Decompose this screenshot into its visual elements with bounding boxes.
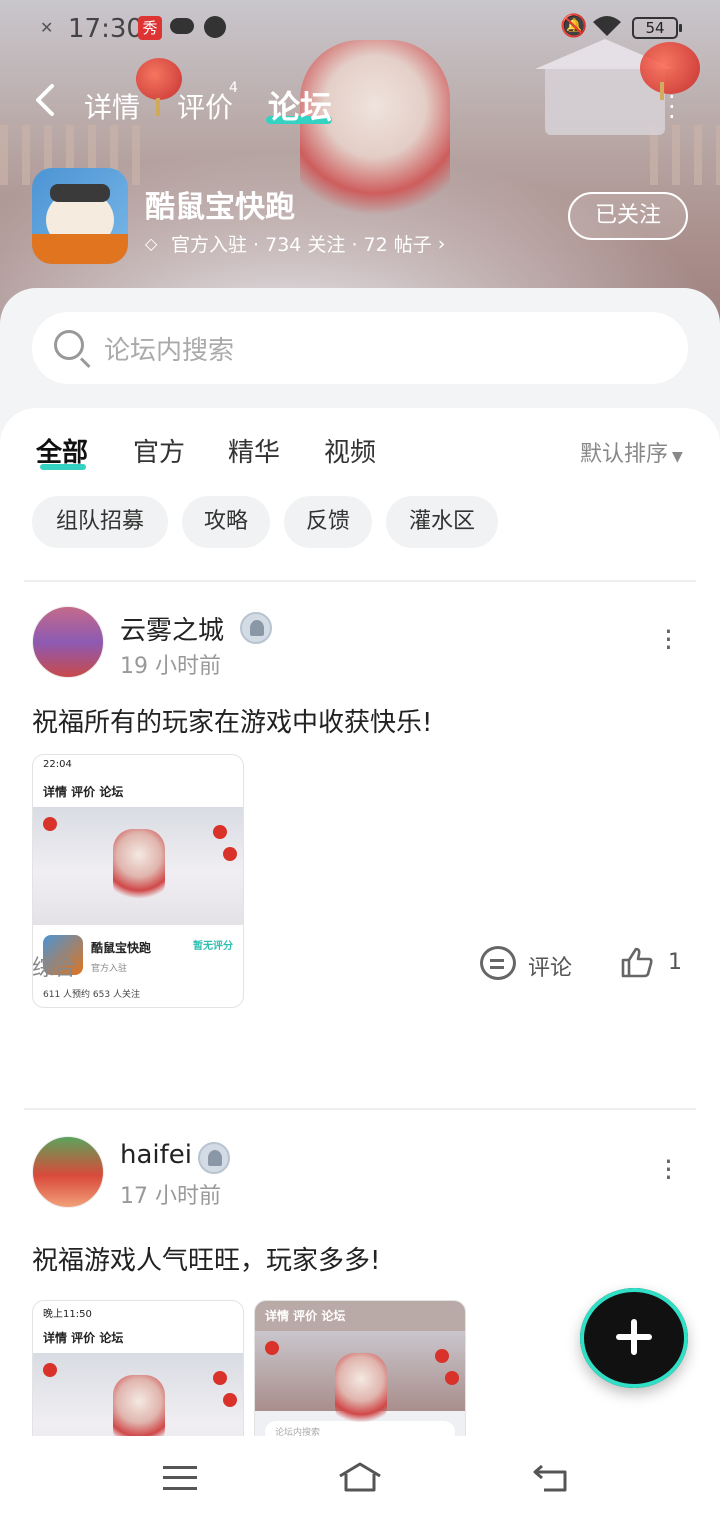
chevron-right-icon: › (437, 232, 446, 255)
menu-icon[interactable] (163, 1466, 197, 1490)
home-icon[interactable] (338, 1462, 382, 1492)
cloud-icon (170, 18, 194, 34)
back-icon[interactable] (532, 1464, 568, 1492)
search-icon (54, 330, 84, 360)
comment-icon[interactable] (480, 946, 516, 980)
post-time: 17 小时前 (120, 1184, 221, 1209)
filter-tab-video[interactable]: 视频 (324, 432, 376, 469)
lantern-decoration (136, 58, 182, 116)
thumb-stats: 611 人预约 653 人关注 (43, 990, 140, 1000)
back-icon[interactable] (32, 82, 56, 125)
post-tag[interactable]: 综合 (32, 950, 76, 982)
thumb-score: 暂无评分 (193, 941, 233, 952)
thumb-app-name: 酷鼠宝快跑 (91, 941, 152, 955)
status-bar: ✕ 17:30 秀 🔕 54 (0, 0, 720, 56)
status-time: 17:30 (68, 14, 143, 44)
tab-reviews-count: 4 (229, 80, 238, 96)
avatar[interactable] (32, 1136, 104, 1208)
tab-details[interactable]: 详情 (84, 86, 140, 126)
app-name[interactable]: 酷鼠宝快跑 (145, 182, 295, 226)
user-badge-icon (198, 1142, 230, 1174)
bell-muted-icon: 🔕 (560, 14, 588, 39)
tab-forum[interactable]: 论坛 (268, 82, 332, 128)
thumb-nav: 详情 评价 论坛 (43, 785, 124, 799)
caret-down-icon: ▼ (672, 449, 683, 465)
thumbs-up-icon[interactable] (620, 946, 654, 978)
filter-tab-official[interactable]: 官方 (133, 432, 185, 469)
post-username[interactable]: 云雾之城 (120, 610, 224, 647)
app-icon-goggles (50, 184, 110, 202)
close-icon: ✕ (40, 18, 54, 37)
app-icon[interactable] (32, 168, 128, 264)
chip-team-recruit[interactable]: 组队招募 (32, 496, 168, 548)
more-vertical-icon[interactable]: · · · (668, 85, 676, 129)
thumb-scene (255, 1331, 465, 1427)
thumb-official: 官方入驻 (91, 964, 128, 974)
sort-label: 默认排序 (580, 442, 669, 467)
compass-icon (204, 16, 226, 38)
user-badge-icon (240, 612, 272, 644)
wifi-icon (592, 14, 622, 44)
filter-tab-indicator (40, 464, 86, 470)
more-vertical-icon[interactable]: · · · (664, 1148, 673, 1192)
tab-reviews[interactable]: 评价 4 (177, 80, 238, 126)
post-text[interactable]: 祝福所有的玩家在游戏中收获快乐! (32, 702, 432, 739)
thumb-status-time: 晚上11:50 (43, 1309, 92, 1320)
post-username[interactable]: haifei (120, 1140, 192, 1170)
thumb-nav: 详情 评价 论坛 (43, 1331, 124, 1345)
post-text[interactable]: 祝福游戏人气旺旺，玩家多多! (32, 1240, 380, 1277)
thumb-status-time: 22:04 (43, 759, 72, 770)
comment-label[interactable]: 评论 (528, 950, 572, 982)
chip-feedback[interactable]: 反馈 (284, 496, 372, 548)
avatar[interactable] (32, 606, 104, 678)
app-header: ✕ 17:30 秀 🔕 54 详情 评价 4 论坛 · · · 酷鼠宝快跑 ◇ 官方… (0, 0, 720, 330)
divider (24, 580, 696, 582)
create-post-button[interactable] (580, 1288, 688, 1388)
like-count: 1 (668, 950, 682, 975)
follow-button[interactable]: 已关注 (568, 192, 688, 240)
more-vertical-icon[interactable]: · · · (664, 618, 673, 662)
sort-dropdown[interactable]: 默认排序 ▼ (580, 436, 683, 468)
filter-tab-featured[interactable]: 精华 (228, 432, 280, 469)
app-badge-icon: 秀 (138, 16, 162, 40)
diamond-icon: ◇ (145, 233, 158, 253)
search-placeholder: 论坛内搜索 (104, 336, 235, 366)
app-meta-text: 官方入驻 · 734 关注 · 72 帖子 (171, 234, 432, 256)
app-icon-scarf (32, 234, 128, 264)
chip-guides[interactable]: 攻略 (182, 496, 270, 548)
post-time: 19 小时前 (120, 654, 221, 679)
app-meta-link[interactable]: ◇ 官方入驻 · 734 关注 · 72 帖子 › (145, 230, 445, 257)
divider (24, 1108, 696, 1110)
battery-icon: 54 (632, 17, 682, 39)
tab-reviews-label: 评价 (177, 91, 234, 124)
search-input[interactable]: 论坛内搜索 (32, 312, 688, 384)
thumb-nav: 详情 评价 论坛 (255, 1301, 465, 1331)
system-nav-bar (0, 1436, 720, 1520)
thumb-scene (33, 807, 243, 925)
chip-chat[interactable]: 灌水区 (386, 496, 498, 548)
lion-dance-mascot (300, 40, 450, 230)
